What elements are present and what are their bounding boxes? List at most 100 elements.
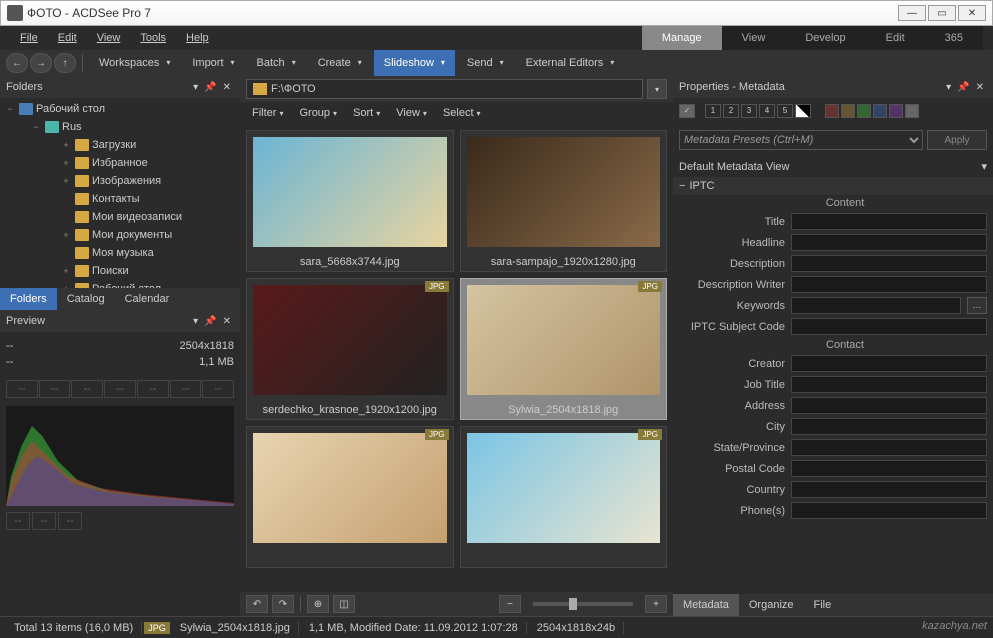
path-dropdown[interactable]: ▾ — [647, 79, 667, 99]
rating-cell[interactable]: -- — [170, 380, 202, 398]
color-label-grey[interactable] — [905, 104, 919, 118]
menu-tools[interactable]: Tools — [130, 32, 176, 44]
view-menu[interactable]: View — [390, 107, 433, 119]
rating-cell[interactable]: -- — [39, 380, 71, 398]
creator-field[interactable] — [791, 355, 987, 372]
tree-root[interactable]: −Рабочий стол — [0, 100, 240, 118]
external-editors-menu[interactable]: External Editors — [516, 50, 625, 76]
keywords-browse-button[interactable]: … — [967, 297, 987, 314]
compare-button[interactable]: ◫ — [333, 595, 355, 613]
tab-catalog[interactable]: Catalog — [57, 288, 115, 310]
descwriter-field[interactable] — [791, 276, 987, 293]
metadata-scroll[interactable]: −IPTC Content Title Headline Description… — [673, 177, 993, 594]
rating-cell[interactable]: -- — [71, 380, 103, 398]
channel-r[interactable]: -- — [6, 512, 30, 530]
zoom-out-button[interactable]: − — [499, 595, 521, 613]
tab-calendar[interactable]: Calendar — [115, 288, 180, 310]
tab-organize[interactable]: Organize — [739, 594, 804, 616]
mode-365[interactable]: 365 — [925, 26, 983, 50]
tree-item[interactable]: +Избранное — [0, 154, 240, 172]
city-field[interactable] — [791, 418, 987, 435]
tree-item[interactable]: +Мои документы — [0, 226, 240, 244]
color-label-orange[interactable] — [841, 104, 855, 118]
tree-item[interactable]: Контакты — [0, 190, 240, 208]
tab-file[interactable]: File — [804, 594, 842, 616]
keywords-field[interactable] — [791, 297, 961, 314]
folders-panel-menu[interactable]: ▾ — [190, 82, 201, 93]
rating-cell[interactable]: -- — [6, 380, 38, 398]
tree-item[interactable]: +Изображения — [0, 172, 240, 190]
headline-field[interactable] — [791, 234, 987, 251]
metadata-view-selector[interactable]: Default Metadata View▾ — [673, 156, 993, 177]
rating-1[interactable]: 1 — [705, 104, 721, 118]
folder-tree[interactable]: −Рабочий стол −Rus +Загрузки +Избранное … — [0, 98, 240, 288]
thumbnail[interactable]: JPGSylwia_2504x1818.jpg — [460, 278, 668, 420]
group-menu[interactable]: Group — [293, 107, 343, 119]
address-field[interactable] — [791, 397, 987, 414]
maximize-button[interactable]: ▭ — [928, 5, 956, 21]
mode-develop[interactable]: Develop — [785, 26, 865, 50]
minimize-button[interactable]: — — [898, 5, 926, 21]
batch-menu[interactable]: Batch — [247, 50, 306, 76]
tag-checkbox[interactable]: ✓ — [679, 104, 695, 118]
thumbnail[interactable]: JPG — [246, 426, 454, 568]
thumbnail[interactable]: sara_5668x3744.jpg — [246, 130, 454, 272]
title-field[interactable] — [791, 213, 987, 230]
iptc-section-header[interactable]: −IPTC — [673, 177, 993, 195]
menu-view[interactable]: View — [87, 32, 131, 44]
rating-cell[interactable]: -- — [104, 380, 136, 398]
thumbnail[interactable]: sara-sampajo_1920x1280.jpg — [460, 130, 668, 272]
rating-2[interactable]: 2 — [723, 104, 739, 118]
sort-menu[interactable]: Sort — [347, 107, 386, 119]
properties-panel-menu[interactable]: ▾ — [943, 82, 954, 93]
country-field[interactable] — [791, 481, 987, 498]
tree-item[interactable]: Мои видеозаписи — [0, 208, 240, 226]
thumbnail[interactable]: JPGserdechko_krasnoe_1920x1200.jpg — [246, 278, 454, 420]
add-basket-button[interactable]: ⊕ — [307, 595, 329, 613]
rotate-right-button[interactable]: ↷ — [272, 595, 294, 613]
properties-panel-pin[interactable]: 📌 — [954, 82, 972, 93]
select-menu[interactable]: Select — [437, 107, 487, 119]
import-menu[interactable]: Import — [182, 50, 244, 76]
mode-edit[interactable]: Edit — [866, 26, 925, 50]
phones-field[interactable] — [791, 502, 987, 519]
subject-field[interactable] — [791, 318, 987, 335]
path-display[interactable]: F:\ФОТО — [246, 79, 643, 99]
channel-g[interactable]: -- — [32, 512, 56, 530]
mode-view[interactable]: View — [722, 26, 786, 50]
color-label-blue[interactable] — [873, 104, 887, 118]
tree-item[interactable]: +Поиски — [0, 262, 240, 280]
tab-folders[interactable]: Folders — [0, 288, 57, 310]
preview-panel-menu[interactable]: ▾ — [190, 316, 201, 327]
thumbnail-size-slider[interactable] — [533, 602, 633, 606]
rating-5[interactable]: 5 — [777, 104, 793, 118]
tree-rus[interactable]: −Rus — [0, 118, 240, 136]
description-field[interactable] — [791, 255, 987, 272]
menu-file[interactable]: File — [10, 32, 48, 44]
channel-b[interactable]: -- — [58, 512, 82, 530]
rotate-left-button[interactable]: ↶ — [246, 595, 268, 613]
tree-item[interactable]: +Рабочий стол — [0, 280, 240, 288]
preview-panel-pin[interactable]: 📌 — [201, 316, 219, 327]
color-label-green[interactable] — [857, 104, 871, 118]
menu-help[interactable]: Help — [176, 32, 219, 44]
close-button[interactable]: ✕ — [958, 5, 986, 21]
state-field[interactable] — [791, 439, 987, 456]
color-label-purple[interactable] — [889, 104, 903, 118]
rating-3[interactable]: 3 — [741, 104, 757, 118]
jobtitle-field[interactable] — [791, 376, 987, 393]
rating-cell[interactable]: -- — [202, 380, 234, 398]
zoom-in-button[interactable]: + — [645, 595, 667, 613]
thumbnail[interactable]: JPG — [460, 426, 668, 568]
metadata-preset-select[interactable]: Metadata Presets (Ctrl+M) — [679, 130, 923, 150]
nav-forward-button[interactable]: → — [30, 53, 52, 73]
apply-button[interactable]: Apply — [927, 130, 987, 150]
nav-up-button[interactable]: ↑ — [54, 53, 76, 73]
tree-item[interactable]: Моя музыка — [0, 244, 240, 262]
postal-field[interactable] — [791, 460, 987, 477]
tree-item[interactable]: +Загрузки — [0, 136, 240, 154]
folders-panel-pin[interactable]: 📌 — [201, 82, 219, 93]
color-label-red[interactable] — [825, 104, 839, 118]
slideshow-menu[interactable]: Slideshow — [374, 50, 455, 76]
nav-back-button[interactable]: ← — [6, 53, 28, 73]
